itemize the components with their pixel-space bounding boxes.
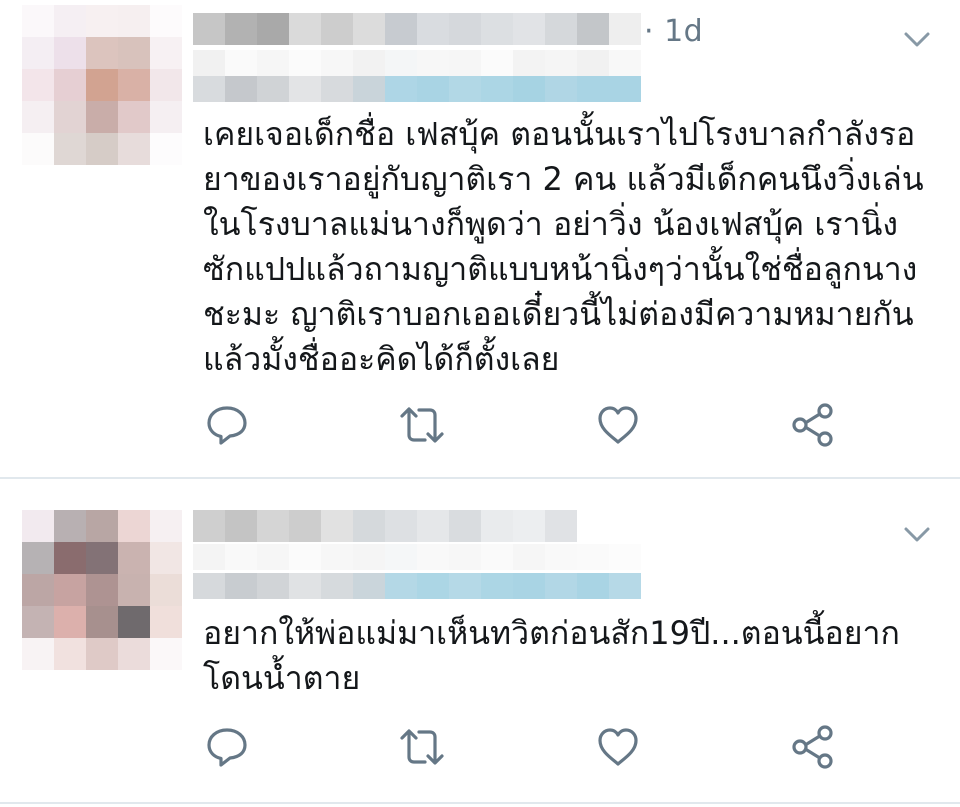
handle-blurred[interactable] bbox=[193, 76, 641, 102]
handle-blurred-top bbox=[193, 50, 641, 76]
timestamp[interactable]: · 1d bbox=[644, 14, 703, 49]
handle-blurred[interactable] bbox=[193, 573, 641, 599]
display-name-blurred[interactable] bbox=[193, 510, 577, 542]
tweet-divider bbox=[0, 477, 960, 479]
retweet-button[interactable] bbox=[399, 724, 445, 770]
tweet[interactable]: · 1d เคยเจอเด็กชื่อ เฟสบุ้ค ตอนนั้นเราไป… bbox=[0, 0, 960, 478]
avatar[interactable] bbox=[22, 510, 182, 670]
retweet-button[interactable] bbox=[399, 402, 445, 448]
retweet-icon bbox=[400, 729, 444, 765]
retweet-icon bbox=[400, 407, 444, 443]
avatar[interactable] bbox=[22, 5, 182, 165]
tweet[interactable]: อยากให้พ่อแม่มาเห็นทวิตก่อนสัก19ปี...ตอน… bbox=[0, 480, 960, 807]
reply-icon bbox=[207, 406, 247, 445]
tweet-divider bbox=[0, 802, 960, 804]
share-icon bbox=[792, 403, 833, 447]
chevron-down-icon[interactable] bbox=[903, 31, 931, 49]
chevron-down-icon[interactable] bbox=[903, 526, 931, 544]
reply-button[interactable] bbox=[204, 402, 250, 448]
handle-blurred-top bbox=[193, 544, 641, 570]
share-icon bbox=[792, 725, 833, 769]
like-icon bbox=[598, 406, 638, 444]
tweet-text: เคยเจอเด็กชื่อ เฟสบุ้ค ตอนนั้นเราไปโรงบา… bbox=[203, 115, 924, 378]
like-button[interactable] bbox=[595, 724, 641, 770]
like-icon bbox=[598, 728, 638, 766]
share-button[interactable] bbox=[790, 402, 836, 448]
share-button[interactable] bbox=[790, 724, 836, 770]
reply-button[interactable] bbox=[204, 724, 250, 770]
reply-icon bbox=[207, 728, 247, 767]
tweet-text: อยากให้พ่อแม่มาเห็นทวิตก่อนสัก19ปี...ตอน… bbox=[203, 614, 900, 697]
like-button[interactable] bbox=[595, 402, 641, 448]
display-name-blurred[interactable] bbox=[193, 13, 641, 45]
display-name-blurred-end bbox=[609, 13, 641, 45]
